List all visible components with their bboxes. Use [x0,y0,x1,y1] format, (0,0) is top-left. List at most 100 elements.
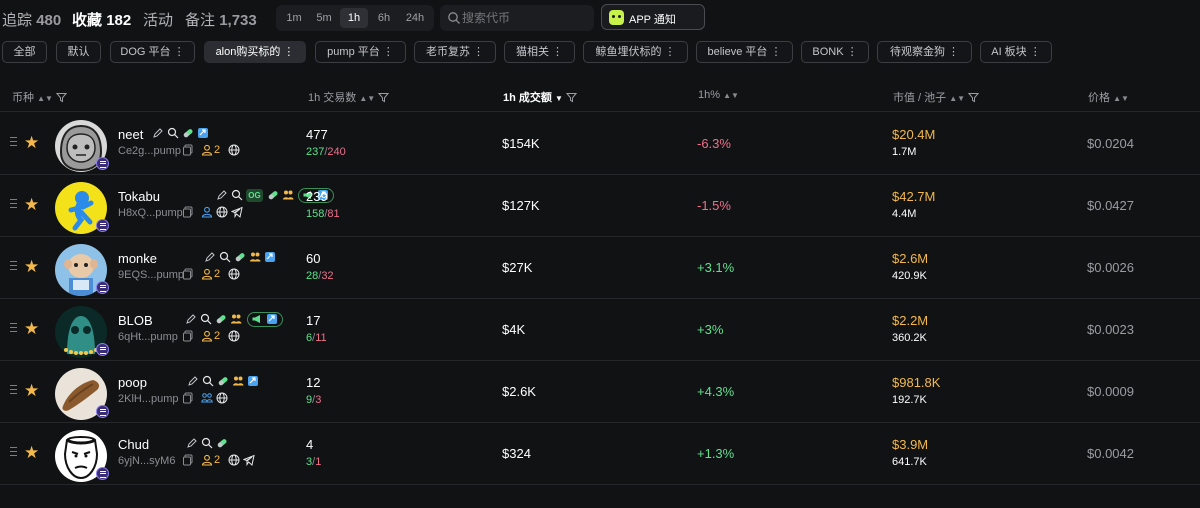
edit-icon[interactable] [204,251,216,263]
group-icon[interactable] [249,251,261,263]
chip-dog-platform[interactable]: DOG 平台 ⋮ [110,41,195,63]
star-icon[interactable]: ★ [24,258,39,275]
table-row[interactable]: ★ poop 2KlH...pump 12 9/3 $2.6K +4.3% $9… [0,361,1200,423]
edit-icon[interactable] [186,437,198,449]
search-token-icon[interactable] [231,189,243,201]
table-row[interactable]: ★ Chud 6yjN...syM6 2 4 3/1 $324 +1.3% $3… [0,423,1200,485]
globe-icon[interactable] [228,144,240,156]
edit-icon[interactable] [152,127,164,139]
drag-handle-icon[interactable] [10,137,17,146]
star-icon[interactable]: ★ [24,382,39,399]
telegram-icon[interactable] [243,454,255,466]
filter-icon[interactable] [55,92,68,103]
copy-icon[interactable] [182,392,194,404]
chip-pump-platform[interactable]: pump 平台 ⋮ [315,41,406,63]
token-address[interactable]: 6qHt...pump [118,331,178,343]
copy-icon[interactable] [182,144,194,156]
pill-icon[interactable] [217,375,229,387]
globe-icon[interactable] [228,454,240,466]
chip-cat-related[interactable]: 猫相关 ⋮ [504,41,575,63]
chip-watch-gold-dog[interactable]: 待观察金狗 ⋮ [877,41,972,63]
search-token-icon[interactable] [201,437,213,449]
telegram-icon[interactable] [231,206,243,218]
globe-icon[interactable] [228,330,240,342]
table-row[interactable]: ★ Tokabu OG H8xQ...pump 239 158/81 $127K… [0,175,1200,237]
drag-handle-icon[interactable] [10,261,17,270]
globe-icon[interactable] [216,392,228,404]
edit-icon[interactable] [216,189,228,201]
copy-icon[interactable] [182,330,194,342]
announce-icon[interactable] [251,313,263,325]
edit-icon[interactable] [185,313,197,325]
timeframe-6h[interactable]: 6h [370,8,398,28]
token-address[interactable]: H8xQ...pump [118,207,183,219]
column-tx-count[interactable]: 1h 交易数 ▲▼ [308,89,390,105]
copy-icon[interactable] [182,206,194,218]
twitter-icon[interactable] [264,251,276,263]
timeframe-1m[interactable]: 1m [280,8,308,28]
twitter-icon[interactable] [266,313,278,325]
search-token-icon[interactable] [167,127,179,139]
timeframe-1h[interactable]: 1h [340,8,368,28]
table-row[interactable]: ★ neet Ce2g...pump 2 477 237/240 $154K -… [0,113,1200,175]
app-notify-button[interactable]: APP 通知 [601,4,705,30]
twitter-icon[interactable] [197,127,209,139]
chip-whale-ambush[interactable]: 鲸鱼埋伏标的 ⋮ [583,41,688,63]
tab-favorites[interactable]: 收藏 182 [72,9,131,30]
search-token-icon[interactable] [200,313,212,325]
token-address[interactable]: 2KlH...pump [118,393,179,405]
pill-icon[interactable] [216,437,228,449]
tab-activity[interactable]: 活动 [143,9,173,30]
timeframe-24h[interactable]: 24h [400,8,430,28]
token-name[interactable]: neet [118,127,143,142]
tab-notes[interactable]: 备注 1,733 [185,9,257,30]
search-input[interactable] [462,8,588,28]
timeframe-5m[interactable]: 5m [310,8,338,28]
token-name[interactable]: poop [118,375,147,390]
column-mcap[interactable]: 市值 / 池子 ▲▼ [893,89,980,105]
copy-icon[interactable] [182,454,194,466]
chip-default[interactable]: 默认 [56,41,101,63]
globe-icon[interactable] [216,206,228,218]
star-icon[interactable]: ★ [24,444,39,461]
column-price[interactable]: 价格 ▲▼ [1088,89,1129,105]
star-icon[interactable]: ★ [24,196,39,213]
column-volume[interactable]: 1h 成交额 ▼ [503,89,578,105]
token-name[interactable]: Chud [118,437,149,452]
drag-handle-icon[interactable] [10,199,17,208]
pill-icon[interactable] [182,127,194,139]
chip-old-coin-revival[interactable]: 老币复苏 ⋮ [414,41,496,63]
filter-icon[interactable] [565,92,578,103]
pill-icon[interactable] [234,251,246,263]
group-icon[interactable] [232,375,244,387]
edit-icon[interactable] [187,375,199,387]
column-change[interactable]: 1h% ▲▼ [698,89,739,101]
chip-believe-platform[interactable]: believe 平台 ⋮ [696,41,793,63]
chip-ai-sector[interactable]: AI 板块 ⋮ [980,41,1052,63]
chip-bonk[interactable]: BONK ⋮ [801,41,869,63]
token-name[interactable]: monke [118,251,157,266]
star-icon[interactable]: ★ [24,320,39,337]
drag-handle-icon[interactable] [10,385,17,394]
filter-icon[interactable] [378,92,390,103]
search-token-icon[interactable] [219,251,231,263]
twitter-icon[interactable] [247,375,259,387]
group-icon[interactable] [282,189,294,201]
drag-handle-icon[interactable] [10,323,17,332]
filter-icon[interactable] [968,92,980,103]
token-address[interactable]: 6yjN...syM6 [118,455,175,467]
drag-handle-icon[interactable] [10,447,17,456]
column-token[interactable]: 币种 ▲▼ [12,89,68,105]
search-token-icon[interactable] [202,375,214,387]
copy-icon[interactable] [182,268,194,280]
pill-icon[interactable] [267,189,279,201]
chip-alon-buys[interactable]: alon购买标的 ⋮ [204,41,306,63]
star-icon[interactable]: ★ [24,134,39,151]
table-row[interactable]: ★ BLOB 6qHt...pump 2 17 6/11 $4K +3% $2.… [0,299,1200,361]
token-name[interactable]: BLOB [118,313,153,328]
table-row[interactable]: ★ monke 9EQS...pump 2 60 28/32 $27K +3.1… [0,237,1200,299]
group-icon[interactable] [230,313,242,325]
globe-icon[interactable] [228,268,240,280]
token-address[interactable]: Ce2g...pump [118,145,181,157]
token-name[interactable]: Tokabu [118,189,160,204]
